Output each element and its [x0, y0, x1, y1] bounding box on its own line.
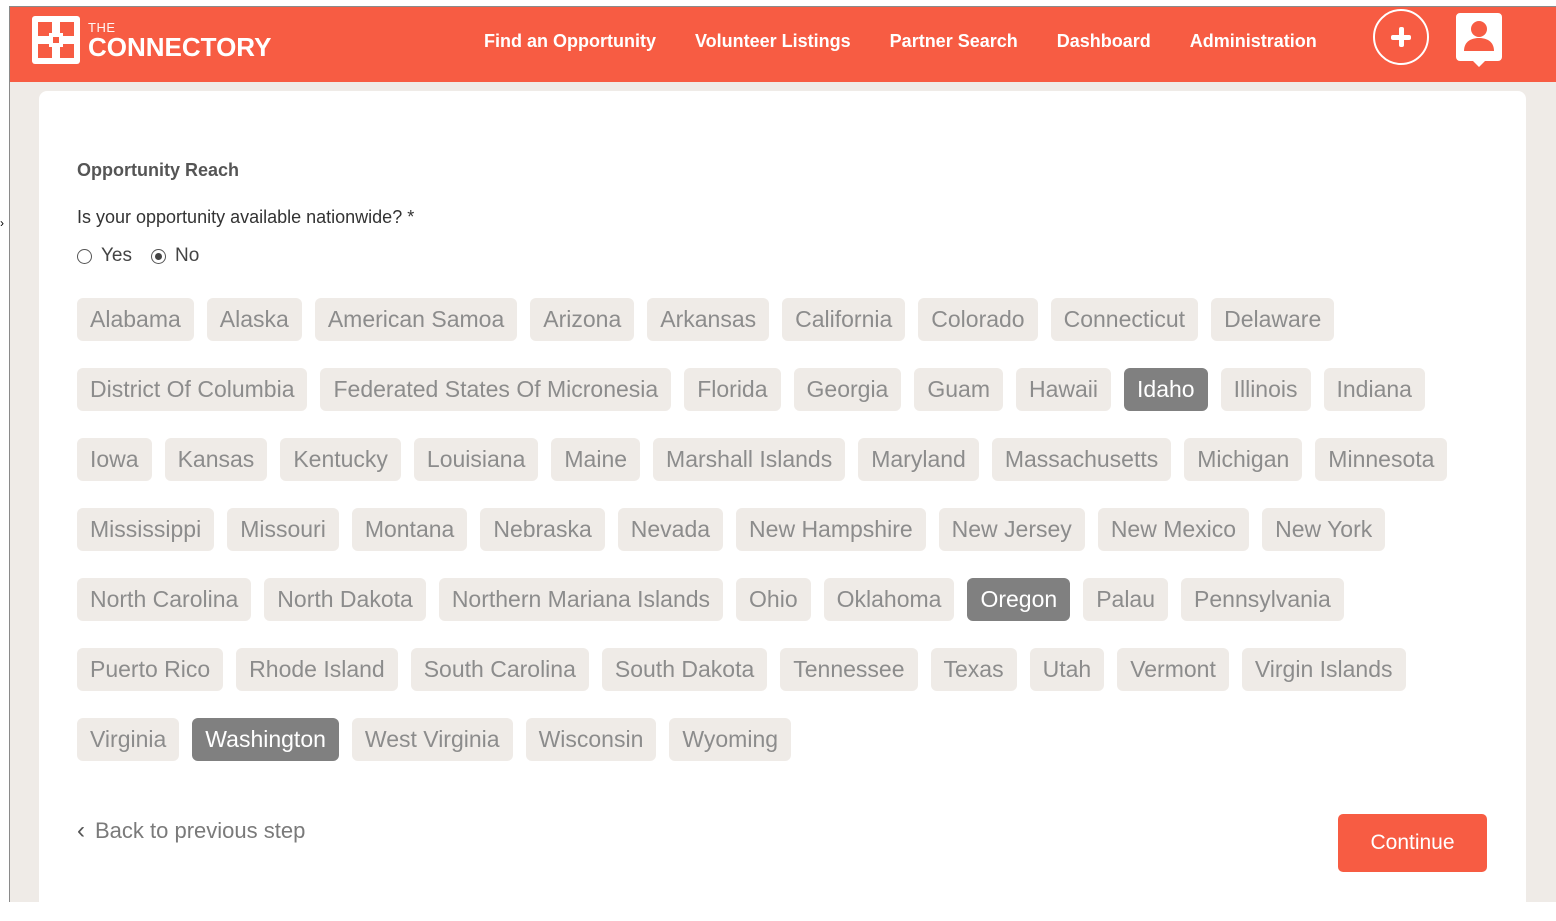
state-chip[interactable]: Texas: [930, 648, 1017, 691]
state-chip[interactable]: New Hampshire: [736, 508, 926, 551]
main-nav: Find an Opportunity Volunteer Listings P…: [484, 7, 1317, 75]
state-chip[interactable]: Michigan: [1184, 438, 1303, 481]
state-chip[interactable]: West Virginia: [351, 718, 513, 761]
state-chip[interactable]: Arkansas: [647, 298, 770, 341]
state-chip[interactable]: Mississippi: [77, 508, 215, 551]
nav-find-opportunity[interactable]: Find an Opportunity: [484, 31, 656, 52]
state-chip[interactable]: Rhode Island: [236, 648, 398, 691]
logo-name: CONNECTORY: [88, 31, 272, 62]
state-chip[interactable]: Louisiana: [413, 438, 539, 481]
state-chip[interactable]: Iowa: [77, 438, 152, 481]
state-chip[interactable]: Puerto Rico: [77, 648, 224, 691]
nationwide-radio-group: Yes No: [77, 245, 218, 267]
state-chip[interactable]: Indiana: [1323, 368, 1425, 411]
state-chip-list: Alabama Alaska American Samoa Arizona Arkans…: [77, 298, 1497, 761]
state-chip[interactable]: Federated States Of Micronesia: [320, 368, 672, 411]
state-chip[interactable]: California: [782, 298, 906, 341]
state-chip[interactable]: Maine: [551, 438, 641, 481]
nav-administration[interactable]: Administration: [1190, 31, 1317, 52]
state-chip[interactable]: Missouri: [227, 508, 339, 551]
state-chip[interactable]: New York: [1262, 508, 1386, 551]
state-chip[interactable]: Alabama: [77, 298, 194, 341]
logo[interactable]: THE CONNECTORY: [32, 16, 271, 64]
state-chip[interactable]: New Mexico: [1097, 508, 1250, 551]
section-title: Opportunity Reach: [77, 160, 240, 180]
state-chip[interactable]: Idaho: [1124, 368, 1208, 411]
state-chip[interactable]: Montana: [351, 508, 468, 551]
state-chip[interactable]: Colorado: [918, 298, 1038, 341]
logo-small-text: THE: [88, 19, 116, 35]
state-chip[interactable]: Utah: [1029, 648, 1105, 691]
plus-circle-icon[interactable]: [1373, 9, 1429, 65]
state-chip[interactable]: Washington: [192, 718, 339, 761]
back-link[interactable]: ‹ Back to previous step: [77, 817, 305, 845]
state-chip[interactable]: Palau: [1083, 578, 1169, 621]
back-link-label: Back to previous step: [95, 818, 306, 843]
state-chip[interactable]: District Of Columbia: [77, 368, 308, 411]
state-chip[interactable]: Virgin Islands: [1241, 648, 1406, 691]
state-chip[interactable]: Nebraska: [480, 508, 605, 551]
state-chip[interactable]: Marshall Islands: [653, 438, 846, 481]
state-chip[interactable]: Vermont: [1117, 648, 1229, 691]
state-chip[interactable]: Northern Mariana Islands: [438, 578, 724, 621]
state-chip[interactable]: Massachusetts: [991, 438, 1172, 481]
state-chip[interactable]: Georgia: [793, 368, 902, 411]
state-chip[interactable]: Virginia: [77, 718, 180, 761]
state-chip[interactable]: Maryland: [858, 438, 979, 481]
state-chip[interactable]: Wisconsin: [525, 718, 657, 761]
state-chip[interactable]: Nevada: [617, 508, 724, 551]
state-chip[interactable]: Ohio: [736, 578, 811, 621]
radio-no-label[interactable]: No: [175, 245, 199, 267]
state-chip[interactable]: Pennsylvania: [1181, 578, 1344, 621]
state-chip[interactable]: South Carolina: [410, 648, 589, 691]
state-chip[interactable]: Tennessee: [780, 648, 918, 691]
continue-button[interactable]: Continue: [1338, 814, 1487, 872]
radio-yes-label[interactable]: Yes: [101, 245, 132, 267]
state-chip[interactable]: Florida: [684, 368, 781, 411]
user-profile-icon[interactable]: [1456, 13, 1502, 67]
radio-no[interactable]: [151, 248, 166, 264]
state-chip[interactable]: Illinois: [1220, 368, 1311, 411]
state-chip[interactable]: South Dakota: [601, 648, 768, 691]
state-chip[interactable]: Wyoming: [669, 718, 792, 761]
state-chip[interactable]: New Jersey: [938, 508, 1085, 551]
state-chip[interactable]: American Samoa: [314, 298, 518, 341]
top-navbar: THE CONNECTORY Find an Opportunity Volun…: [10, 7, 1556, 82]
state-chip[interactable]: North Carolina: [77, 578, 252, 621]
nationwide-question: Is your opportunity available nationwide…: [77, 207, 415, 227]
state-chip[interactable]: North Dakota: [264, 578, 426, 621]
form-card: Opportunity Reach Is your opportunity av…: [39, 91, 1526, 921]
state-chip[interactable]: Arizona: [530, 298, 635, 341]
state-chip[interactable]: Guam: [914, 368, 1003, 411]
state-chip[interactable]: Oregon: [967, 578, 1071, 621]
state-chip[interactable]: Connecticut: [1050, 298, 1199, 341]
chevron-left-icon: ‹: [77, 817, 85, 844]
state-chip[interactable]: Delaware: [1211, 298, 1335, 341]
state-chip[interactable]: Minnesota: [1315, 438, 1448, 481]
cursor-arrow-icon: ›: [0, 216, 4, 230]
connectory-logo-icon: [32, 16, 80, 64]
state-chip[interactable]: Oklahoma: [823, 578, 955, 621]
nav-volunteer-listings[interactable]: Volunteer Listings: [695, 31, 851, 52]
nav-dashboard[interactable]: Dashboard: [1057, 31, 1151, 52]
state-chip[interactable]: Kentucky: [280, 438, 401, 481]
state-chip[interactable]: Alaska: [206, 298, 302, 341]
state-chip[interactable]: Kansas: [164, 438, 268, 481]
state-chip[interactable]: Hawaii: [1015, 368, 1112, 411]
radio-yes[interactable]: [77, 248, 92, 264]
nav-partner-search[interactable]: Partner Search: [890, 31, 1018, 52]
